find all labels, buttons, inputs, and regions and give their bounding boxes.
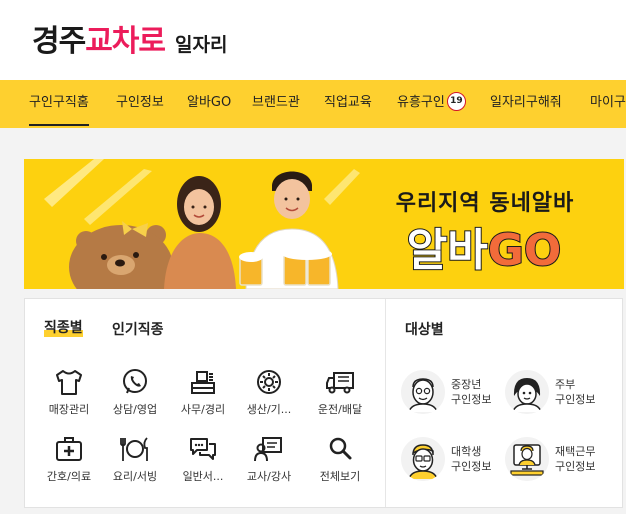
nav-item-adult-jobs-label: 유흥구인 xyxy=(397,95,445,110)
main-nav: 구인구직홈 구인정보 알바GO 브랜드관 직업교육 유흥구인 19 일자리구해줘 … xyxy=(0,80,626,128)
job-category-label: 요리/서빙 xyxy=(112,470,158,483)
woman-figure-icon xyxy=(164,176,236,289)
site-logo[interactable]: 경주 교차로 일자리 xyxy=(32,16,227,60)
age-19-badge-icon: 19 xyxy=(446,92,466,111)
nav-item-adult-jobs[interactable]: 유흥구인 19 xyxy=(397,80,466,128)
job-category-medical[interactable]: 간호/의료 xyxy=(37,434,101,484)
shirt-icon xyxy=(56,370,82,395)
job-category-label: 일반서... xyxy=(182,470,224,483)
target-label: 재택근무 xyxy=(555,445,596,458)
target-remote-work-text: 재택근무구인정보 xyxy=(555,444,595,474)
middle-aged-man-avatar-icon xyxy=(401,370,445,414)
logo-region-text: 경주 xyxy=(32,24,86,59)
logo-section-text: 일자리 xyxy=(175,34,228,56)
nav-item-brand[interactable]: 브랜드관 xyxy=(252,80,300,128)
banner-title-alba: 알바 xyxy=(406,224,489,277)
albago-banner[interactable]: 우리지역 동네알바 알바GO xyxy=(24,159,624,289)
student-avatar-icon xyxy=(401,437,445,481)
housewife-avatar-icon xyxy=(505,370,549,414)
truck-icon xyxy=(326,372,354,394)
target-sublabel: 구인정보 xyxy=(451,460,492,473)
logo-brand-text: 교차로 xyxy=(85,24,166,59)
nav-item-find-me-job[interactable]: 일자리구해줘 xyxy=(490,80,562,128)
medical-kit-icon xyxy=(56,437,82,461)
job-category-general-service[interactable]: 일반서... xyxy=(171,434,235,484)
job-category-office[interactable]: 사무/경리 xyxy=(171,367,235,417)
tab-popular-jobs[interactable]: 인기직종 xyxy=(112,319,164,339)
teddy-bear-icon xyxy=(69,221,173,289)
gear-icon xyxy=(257,370,281,394)
job-category-production[interactable]: 생산/기... xyxy=(237,367,301,417)
banner-illustration xyxy=(44,159,360,289)
target-middle-aged[interactable]: 중장년구인정보 xyxy=(401,368,491,416)
banner-title-go: GO xyxy=(487,224,563,277)
target-section-title: 대상별 xyxy=(405,322,444,338)
beer-mug-icon xyxy=(239,248,332,286)
banner-title: 알바GO xyxy=(364,214,604,278)
job-category-label: 생산/기... xyxy=(246,403,292,416)
job-category-label: 매장관리 xyxy=(48,403,90,416)
job-category-cooking[interactable]: 요리/서빙 xyxy=(103,434,167,484)
job-category-teacher[interactable]: 교사/강사 xyxy=(237,434,301,484)
nav-item-job-home[interactable]: 구인구직홈 xyxy=(29,80,89,126)
site-header: 경주 교차로 일자리 xyxy=(0,0,626,80)
panel-divider xyxy=(385,299,386,507)
target-label: 대학생 xyxy=(451,445,482,458)
job-category-store[interactable]: 매장관리 xyxy=(37,367,101,417)
search-icon xyxy=(329,437,352,460)
cutlery-icon xyxy=(120,437,148,461)
target-label: 중장년 xyxy=(451,378,482,391)
target-sublabel: 구인정보 xyxy=(555,393,596,406)
nav-item-my-page[interactable]: 마이구 xyxy=(590,80,626,128)
tab-by-category-label: 직종별 xyxy=(44,320,83,336)
job-category-label: 상담/영업 xyxy=(112,403,158,416)
job-category-label: 교사/강사 xyxy=(246,470,292,483)
target-sublabel: 구인정보 xyxy=(451,393,492,406)
job-category-panel: 직종별 인기직종 매장관리 상담/영업 사무/경리 생산/기... 운전/배달 … xyxy=(24,298,623,508)
job-category-label: 운전/배달 xyxy=(317,403,363,416)
job-category-view-all[interactable]: 전체보기 xyxy=(308,434,372,484)
chat-bubbles-icon xyxy=(190,438,216,460)
office-desk-icon xyxy=(191,371,215,394)
target-sublabel: 구인정보 xyxy=(555,460,596,473)
phone-chat-icon xyxy=(123,369,147,394)
nav-item-education[interactable]: 직업교육 xyxy=(324,80,372,128)
tab-by-category[interactable]: 직종별 xyxy=(44,317,83,337)
remote-worker-avatar-icon xyxy=(505,437,549,481)
target-middle-aged-text: 중장년구인정보 xyxy=(451,377,491,407)
target-label: 주부 xyxy=(555,378,576,391)
nav-item-albago[interactable]: 알바GO xyxy=(187,80,231,128)
job-category-driving[interactable]: 운전/배달 xyxy=(308,367,372,417)
job-category-label: 전체보기 xyxy=(319,470,361,483)
target-student-text: 대학생구인정보 xyxy=(451,444,491,474)
job-category-label: 간호/의료 xyxy=(46,470,92,483)
nav-item-job-info[interactable]: 구인정보 xyxy=(116,80,164,128)
target-remote-work[interactable]: 재택근무구인정보 xyxy=(505,435,595,483)
job-category-sales[interactable]: 상담/영업 xyxy=(103,367,167,417)
target-housewife[interactable]: 주부구인정보 xyxy=(505,368,595,416)
target-housewife-text: 주부구인정보 xyxy=(555,377,595,407)
target-student[interactable]: 대학생구인정보 xyxy=(401,435,491,483)
teacher-board-icon xyxy=(254,437,282,462)
job-category-label: 사무/경리 xyxy=(180,403,226,416)
banner-subtitle: 우리지역 동네알바 xyxy=(395,191,575,216)
